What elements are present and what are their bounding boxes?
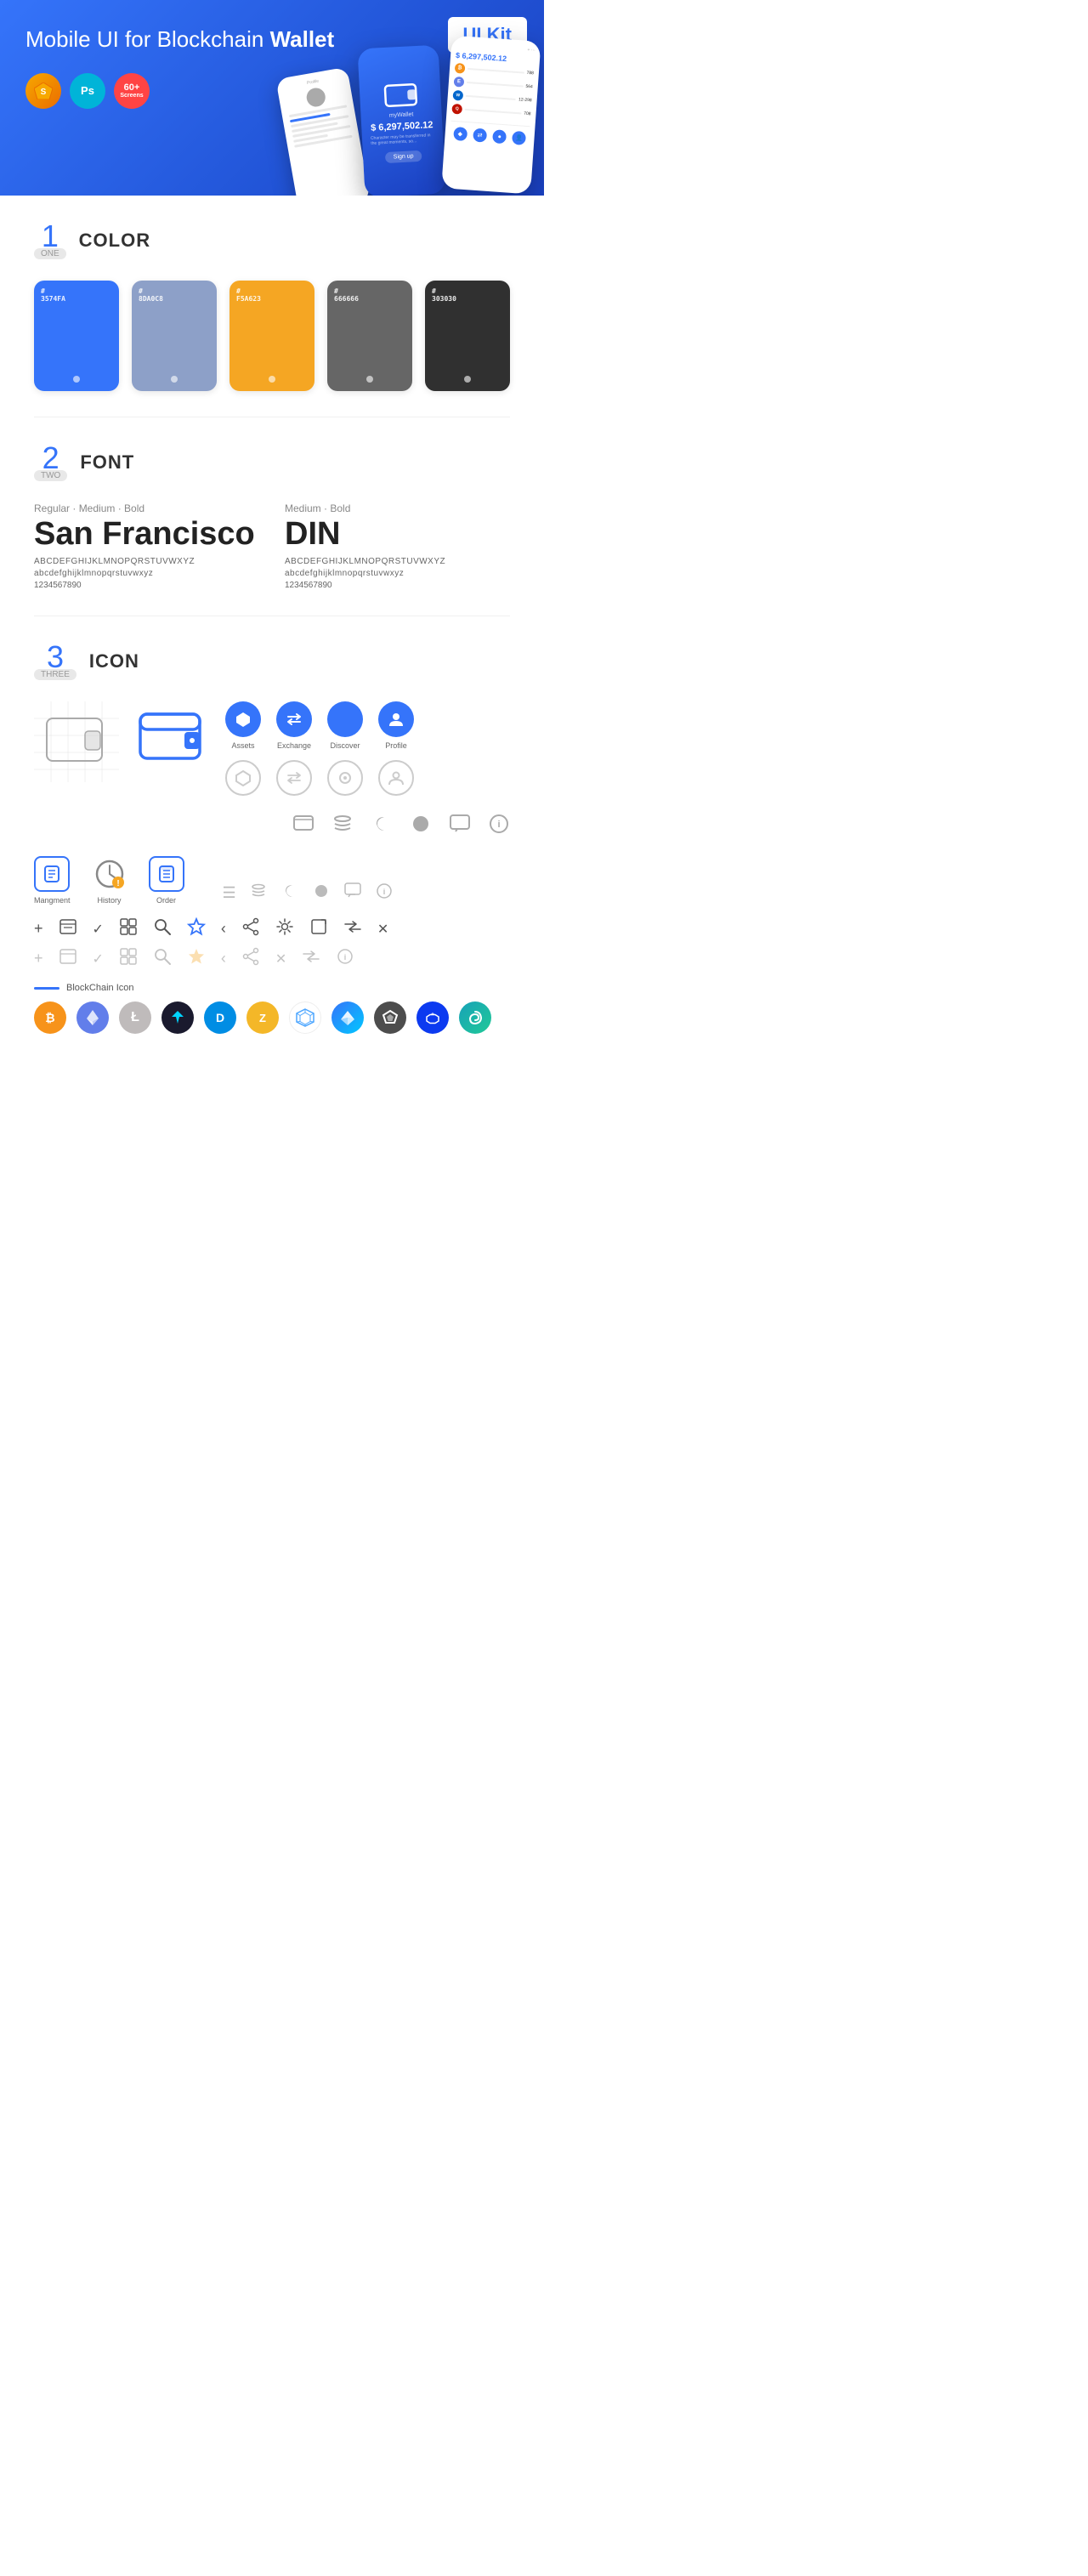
history-icon: ! xyxy=(92,856,128,892)
management-icon xyxy=(34,856,70,892)
plus-icon: + xyxy=(34,920,43,938)
gray-function-icons: ☰ i xyxy=(223,882,394,905)
font-din: Medium · Bold DIN ABCDEFGHIJKLMNOPQRSTUV… xyxy=(285,502,510,590)
icon-section-header: 3 THREE ICON xyxy=(34,642,510,680)
swap-icon xyxy=(343,917,362,940)
ps-badge: Ps xyxy=(70,73,105,109)
grid-icon xyxy=(119,917,138,940)
font-grid: Regular · Medium · Bold San Francisco AB… xyxy=(34,502,510,590)
svg-text:i: i xyxy=(497,820,500,830)
utility-icons-row-2: + ✓ ‹ ✕ xyxy=(34,947,510,970)
phone-mockup-right: + ··· $ 6,297,502.12 ₿ 788 E 564 W 12-29… xyxy=(441,36,541,195)
color-section-header: 1 ONE COLOR xyxy=(34,221,510,259)
section-number-1: 1 ONE xyxy=(34,221,66,259)
blockchain-line xyxy=(34,987,60,990)
icon-top-row: Assets Exchange Di xyxy=(34,701,510,839)
font-section-header: 2 TWO FONT xyxy=(34,443,510,481)
circle-icon xyxy=(410,813,432,839)
back-icon: ‹ xyxy=(221,920,226,938)
svg-text:i: i xyxy=(382,888,385,896)
ethereum-icon xyxy=(76,1001,109,1034)
section-number-2: 2 TWO xyxy=(34,443,67,481)
profile-icon-filled: Profile xyxy=(378,701,414,750)
section-number-3: 3 THREE xyxy=(34,642,76,680)
assets-icon-outline xyxy=(225,760,261,796)
sketch-badge: S xyxy=(26,73,61,109)
screens-badge: 60+ Screens xyxy=(114,73,150,109)
nav-icons-block: Assets Exchange Di xyxy=(225,701,414,796)
content-area: 1 ONE COLOR #3574FA #8DA0C8 #F5A623 #666… xyxy=(0,196,544,1059)
moon-icon xyxy=(371,813,393,839)
exchange-icon-outline xyxy=(276,760,312,796)
order-icon xyxy=(149,856,184,892)
maximize-icon xyxy=(309,917,328,940)
zcash-icon: Z xyxy=(246,1001,279,1034)
svg-text:!: ! xyxy=(116,879,119,888)
swatch-gray: #666666 xyxy=(327,281,412,391)
icon-title: ICON xyxy=(89,650,139,672)
check-icon: ✓ xyxy=(93,921,104,938)
litecoin-icon: Ł xyxy=(119,1001,151,1034)
wallet-solid-icon xyxy=(136,701,208,774)
blockchain-label: BlockChain Icon xyxy=(34,983,510,993)
swatch-dark: #303030 xyxy=(425,281,510,391)
swatch-grayblue: #8DA0C8 xyxy=(132,281,217,391)
info-icon: i xyxy=(488,813,510,839)
dash-icon: D xyxy=(204,1001,236,1034)
chat-icon xyxy=(449,813,471,839)
settings-icon xyxy=(275,917,294,940)
message-small-icon: ☰ xyxy=(223,884,236,902)
augur-icon xyxy=(374,1001,406,1034)
discover-icon-filled: Discover xyxy=(327,701,363,750)
exchange-icon-filled: Exchange xyxy=(276,701,312,750)
gray-icons-block: i xyxy=(292,813,510,839)
swatch-blue: #3574FA xyxy=(34,281,119,391)
grid-token-icon xyxy=(289,1001,321,1034)
management-icon-item: Mangment xyxy=(34,856,71,905)
ardor-icon xyxy=(332,1001,364,1034)
info-small-icon: i xyxy=(375,882,394,905)
hero-section: Mobile UI for Blockchain Wallet UI Kit S… xyxy=(0,0,544,196)
message-icon xyxy=(292,813,314,839)
chat-small-icon xyxy=(343,882,362,905)
list-icon xyxy=(59,917,77,940)
order-icon-item: Order xyxy=(149,856,184,905)
assets-icon-filled: Assets xyxy=(225,701,261,750)
star-icon-blue xyxy=(187,917,206,940)
history-icon-item: ! History xyxy=(92,856,128,905)
layers-small-icon xyxy=(249,882,268,905)
wallet-wireframe xyxy=(34,701,119,782)
swatch-orange: #F5A623 xyxy=(230,281,314,391)
close-icon: ✕ xyxy=(377,921,388,938)
svg-text:i: i xyxy=(344,953,347,962)
font-title: FONT xyxy=(80,451,134,474)
circle-small-icon xyxy=(312,882,331,905)
phone-mockup-mid: myWallet $ 6,297,502.12 Character may be… xyxy=(357,45,445,196)
last-coin-icon xyxy=(459,1001,491,1034)
matic-icon xyxy=(416,1001,449,1034)
bitcoin-icon: ₿ xyxy=(34,1001,66,1034)
profile-icon-outline xyxy=(378,760,414,796)
svg-text:S: S xyxy=(41,88,47,97)
stratis-icon xyxy=(162,1001,194,1034)
layers-icon xyxy=(332,813,354,839)
crypto-icons-row: ₿ Ł D Z xyxy=(34,1001,510,1034)
search-icon xyxy=(153,917,172,940)
color-swatches: #3574FA #8DA0C8 #F5A623 #666666 #303030 xyxy=(34,281,510,391)
font-sf: Regular · Medium · Bold San Francisco AB… xyxy=(34,502,259,590)
color-title: COLOR xyxy=(79,230,150,252)
discover-icon-outline xyxy=(327,760,363,796)
share-icon xyxy=(241,917,260,940)
utility-icons-row-1: + ✓ ‹ xyxy=(34,917,510,940)
moon-small-icon xyxy=(280,882,299,905)
bottom-icon-row: Mangment ! History xyxy=(34,856,510,905)
